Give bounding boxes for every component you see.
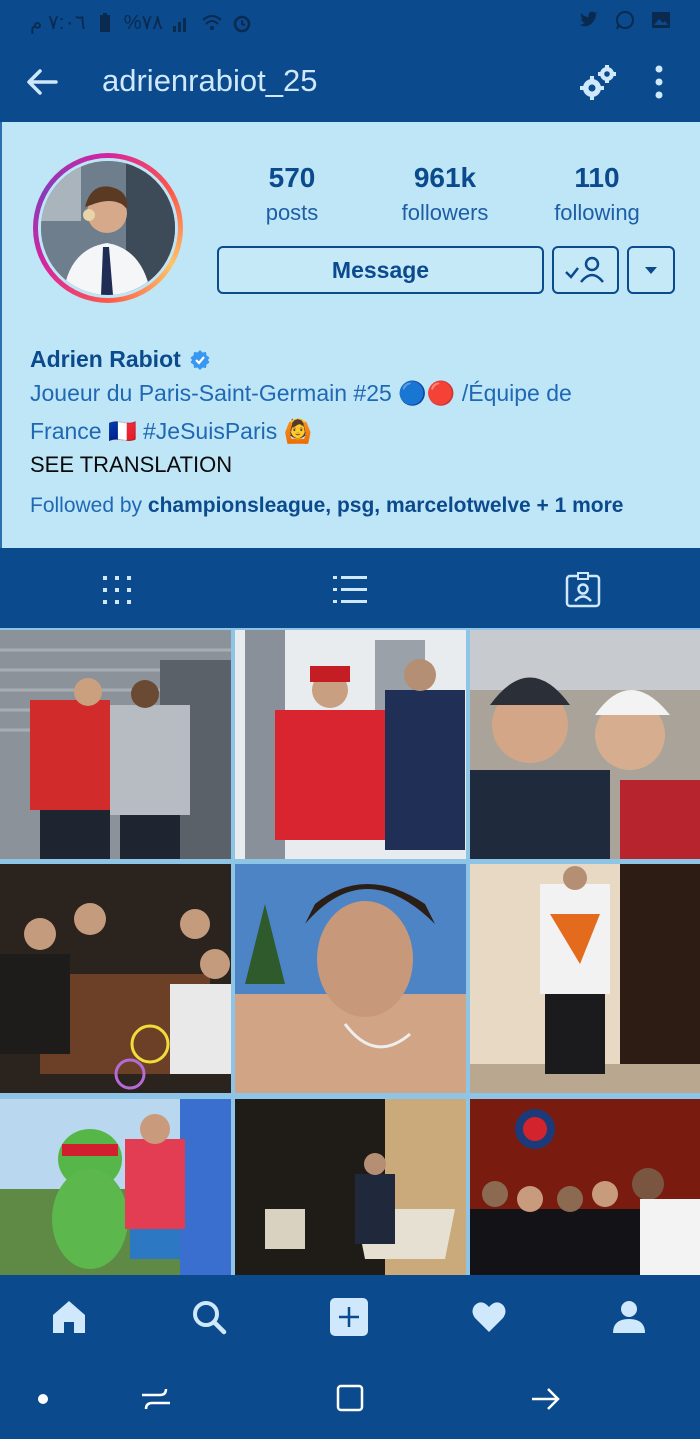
posts-label: posts — [265, 200, 319, 225]
followed-by-prefix: Followed by — [30, 494, 148, 517]
posts-count: 570 — [268, 162, 316, 193]
search-icon[interactable] — [189, 1297, 229, 1337]
following-stat[interactable]: 110 following — [522, 162, 672, 226]
profile-header: adrienrabiot_25 — [0, 42, 700, 122]
following-count: 110 — [574, 162, 620, 193]
post-thumbnail[interactable] — [470, 630, 700, 859]
post-thumbnail[interactable] — [0, 630, 231, 859]
status-time: ٧:٠٦ م — [30, 12, 86, 34]
status-right — [578, 9, 672, 31]
avatar[interactable] — [38, 158, 178, 298]
more-vertical-icon[interactable] — [646, 62, 672, 104]
chevron-down-icon — [645, 267, 657, 274]
post-image — [470, 864, 700, 1093]
alarm-icon — [233, 15, 251, 32]
home-icon[interactable] — [49, 1297, 89, 1337]
recent-apps-icon[interactable] — [138, 1381, 174, 1417]
gear-icon[interactable] — [578, 62, 620, 104]
post-image — [235, 1099, 466, 1275]
avatar-photo — [41, 161, 175, 295]
followers-count: 961k — [413, 162, 477, 193]
status-bar: ٧:٠٦ م %٧٨ — [0, 0, 700, 42]
followed-by-names: championsleague, psg, marcelotwelve + 1 … — [147, 494, 624, 517]
full-name-text: Adrien Rabiot — [30, 346, 181, 372]
post-thumbnail[interactable] — [470, 864, 700, 1093]
post-image — [0, 1099, 231, 1275]
full-name: Adrien Rabiot — [30, 346, 211, 373]
profile-section: 570 posts 961k followers 110 following M… — [0, 122, 700, 548]
battery-percent: %٧٨ — [123, 12, 164, 34]
bio-line-1: Joueur du Paris-Saint-Germain #25 🔵🔴 /Éq… — [30, 380, 572, 406]
post-thumbnail[interactable] — [235, 1099, 466, 1275]
list-icon[interactable] — [330, 570, 370, 610]
grid-icon[interactable] — [97, 570, 137, 610]
followers-label: followers — [401, 200, 489, 225]
back-nav-icon[interactable] — [528, 1381, 564, 1417]
post-image — [0, 864, 231, 1093]
suggestions-dropdown-button[interactable] — [627, 246, 675, 294]
post-image — [0, 630, 231, 859]
bio-line-2: France 🇫🇷 #JeSuisParis 🙆 — [30, 418, 313, 444]
gallery-icon — [652, 12, 670, 28]
following-label: following — [554, 200, 640, 225]
post-thumbnail[interactable] — [0, 864, 231, 1093]
post-thumbnail[interactable] — [235, 630, 466, 859]
post-thumbnail[interactable] — [235, 864, 466, 1093]
twitter-icon — [580, 11, 598, 27]
post-image — [235, 864, 466, 1093]
battery-icon — [99, 12, 110, 32]
signal-icon — [173, 17, 187, 32]
photo-grid — [0, 628, 700, 1275]
followers-stat[interactable]: 961k followers — [370, 162, 520, 226]
following-toggle-button[interactable] — [552, 246, 619, 294]
wifi-icon — [202, 14, 222, 30]
verified-badge-icon — [190, 349, 210, 370]
story-ring[interactable] — [33, 153, 183, 303]
heart-icon[interactable] — [469, 1297, 509, 1337]
back-arrow-icon[interactable] — [22, 62, 62, 102]
profile-tabs — [0, 548, 700, 628]
username-title: adrienrabiot_25 — [102, 63, 318, 98]
status-left: ٧:٠٦ م %٧٨ — [30, 10, 253, 35]
followed-by[interactable]: Followed by championsleague, psg, marcel… — [30, 494, 624, 518]
post-thumbnail[interactable] — [0, 1099, 231, 1275]
system-navigation — [0, 1359, 700, 1439]
post-image — [235, 630, 466, 859]
post-thumbnail[interactable] — [470, 1099, 700, 1275]
posts-stat[interactable]: 570 posts — [217, 162, 367, 226]
post-image — [470, 1099, 700, 1275]
bottom-navigation — [0, 1275, 700, 1359]
add-icon[interactable] — [329, 1297, 369, 1337]
see-translation-link[interactable]: SEE TRANSLATION — [30, 452, 232, 478]
home-button-icon[interactable] — [333, 1381, 367, 1415]
profile-icon[interactable] — [609, 1297, 649, 1337]
person-check-icon — [565, 256, 604, 283]
message-button[interactable]: Message — [217, 246, 544, 294]
post-image — [470, 630, 700, 859]
dot-indicator-icon[interactable] — [36, 1392, 50, 1406]
whatsapp-icon — [616, 11, 634, 30]
tagged-icon[interactable] — [563, 570, 603, 610]
